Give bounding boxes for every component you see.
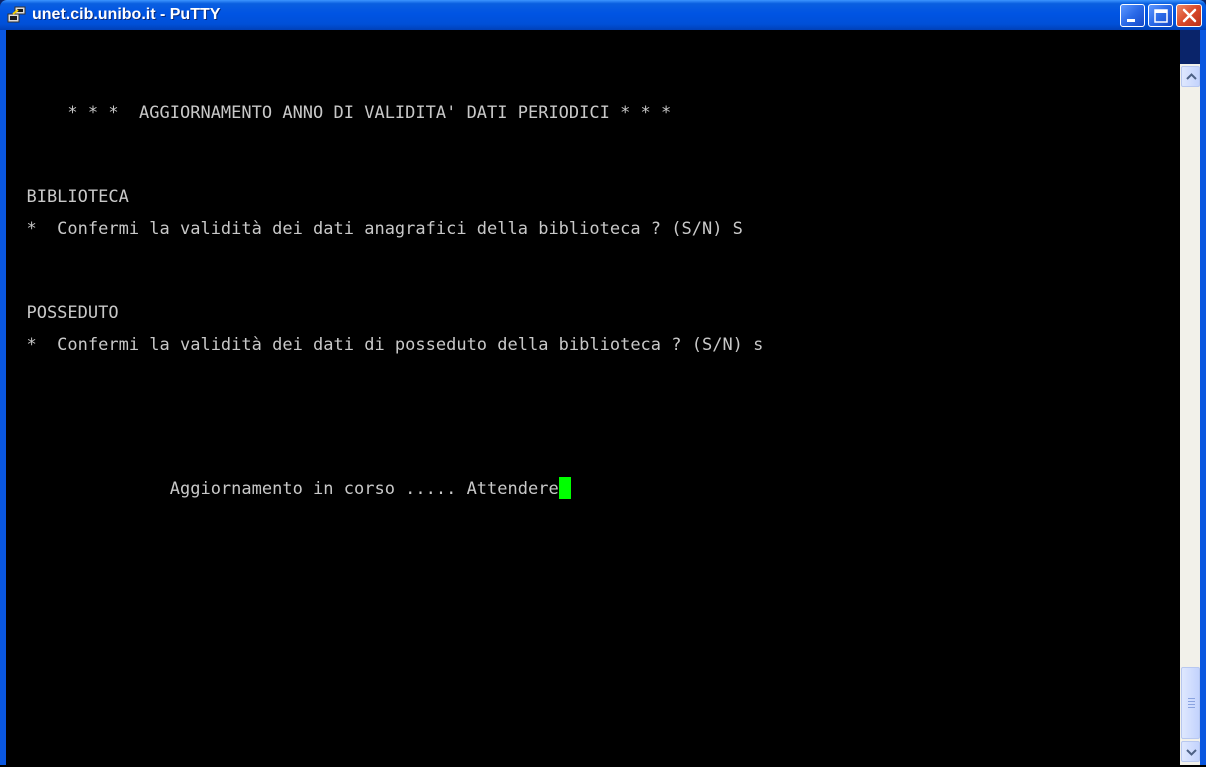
chevron-up-icon bbox=[1186, 73, 1197, 80]
status-text: Aggiornamento in corso ..... Attendere bbox=[6, 479, 559, 499]
minimize-button[interactable] bbox=[1120, 4, 1145, 27]
status-line: Aggiornamento in corso ..... Attendere bbox=[6, 477, 571, 501]
chevron-down-icon bbox=[1186, 749, 1197, 756]
maximize-button[interactable] bbox=[1148, 4, 1173, 27]
prompt-posseduto: * Confermi la validità dei dati di posse… bbox=[6, 335, 764, 355]
putty-icon[interactable] bbox=[7, 5, 27, 25]
scrollbar-thumb[interactable] bbox=[1181, 667, 1200, 739]
putty-window: unet.cib.unibo.it - PuTTY * * * AGGIORNA… bbox=[0, 0, 1206, 765]
minimize-icon bbox=[1127, 19, 1135, 22]
section-title-posseduto: POSSEDUTO bbox=[6, 303, 119, 323]
vertical-scrollbar[interactable] bbox=[1180, 64, 1200, 765]
scroll-up-button[interactable] bbox=[1181, 66, 1200, 87]
maximize-icon bbox=[1154, 9, 1168, 23]
title-bar[interactable]: unet.cib.unibo.it - PuTTY bbox=[0, 0, 1206, 30]
text-cursor bbox=[558, 477, 571, 499]
window-title: unet.cib.unibo.it - PuTTY bbox=[32, 6, 221, 23]
window-frame-right bbox=[1200, 30, 1206, 765]
close-button[interactable] bbox=[1176, 4, 1202, 27]
section-title-biblioteca: BIBLIOTECA bbox=[6, 187, 129, 207]
prompt-biblioteca: * Confermi la validità dei dati anagrafi… bbox=[6, 219, 743, 239]
terminal-header-line: * * * AGGIORNAMENTO ANNO DI VALIDITA' DA… bbox=[6, 103, 672, 123]
scroll-down-button[interactable] bbox=[1181, 741, 1200, 762]
terminal-screen[interactable]: * * * AGGIORNAMENTO ANNO DI VALIDITA' DA… bbox=[6, 30, 1180, 765]
close-icon bbox=[1182, 8, 1197, 23]
